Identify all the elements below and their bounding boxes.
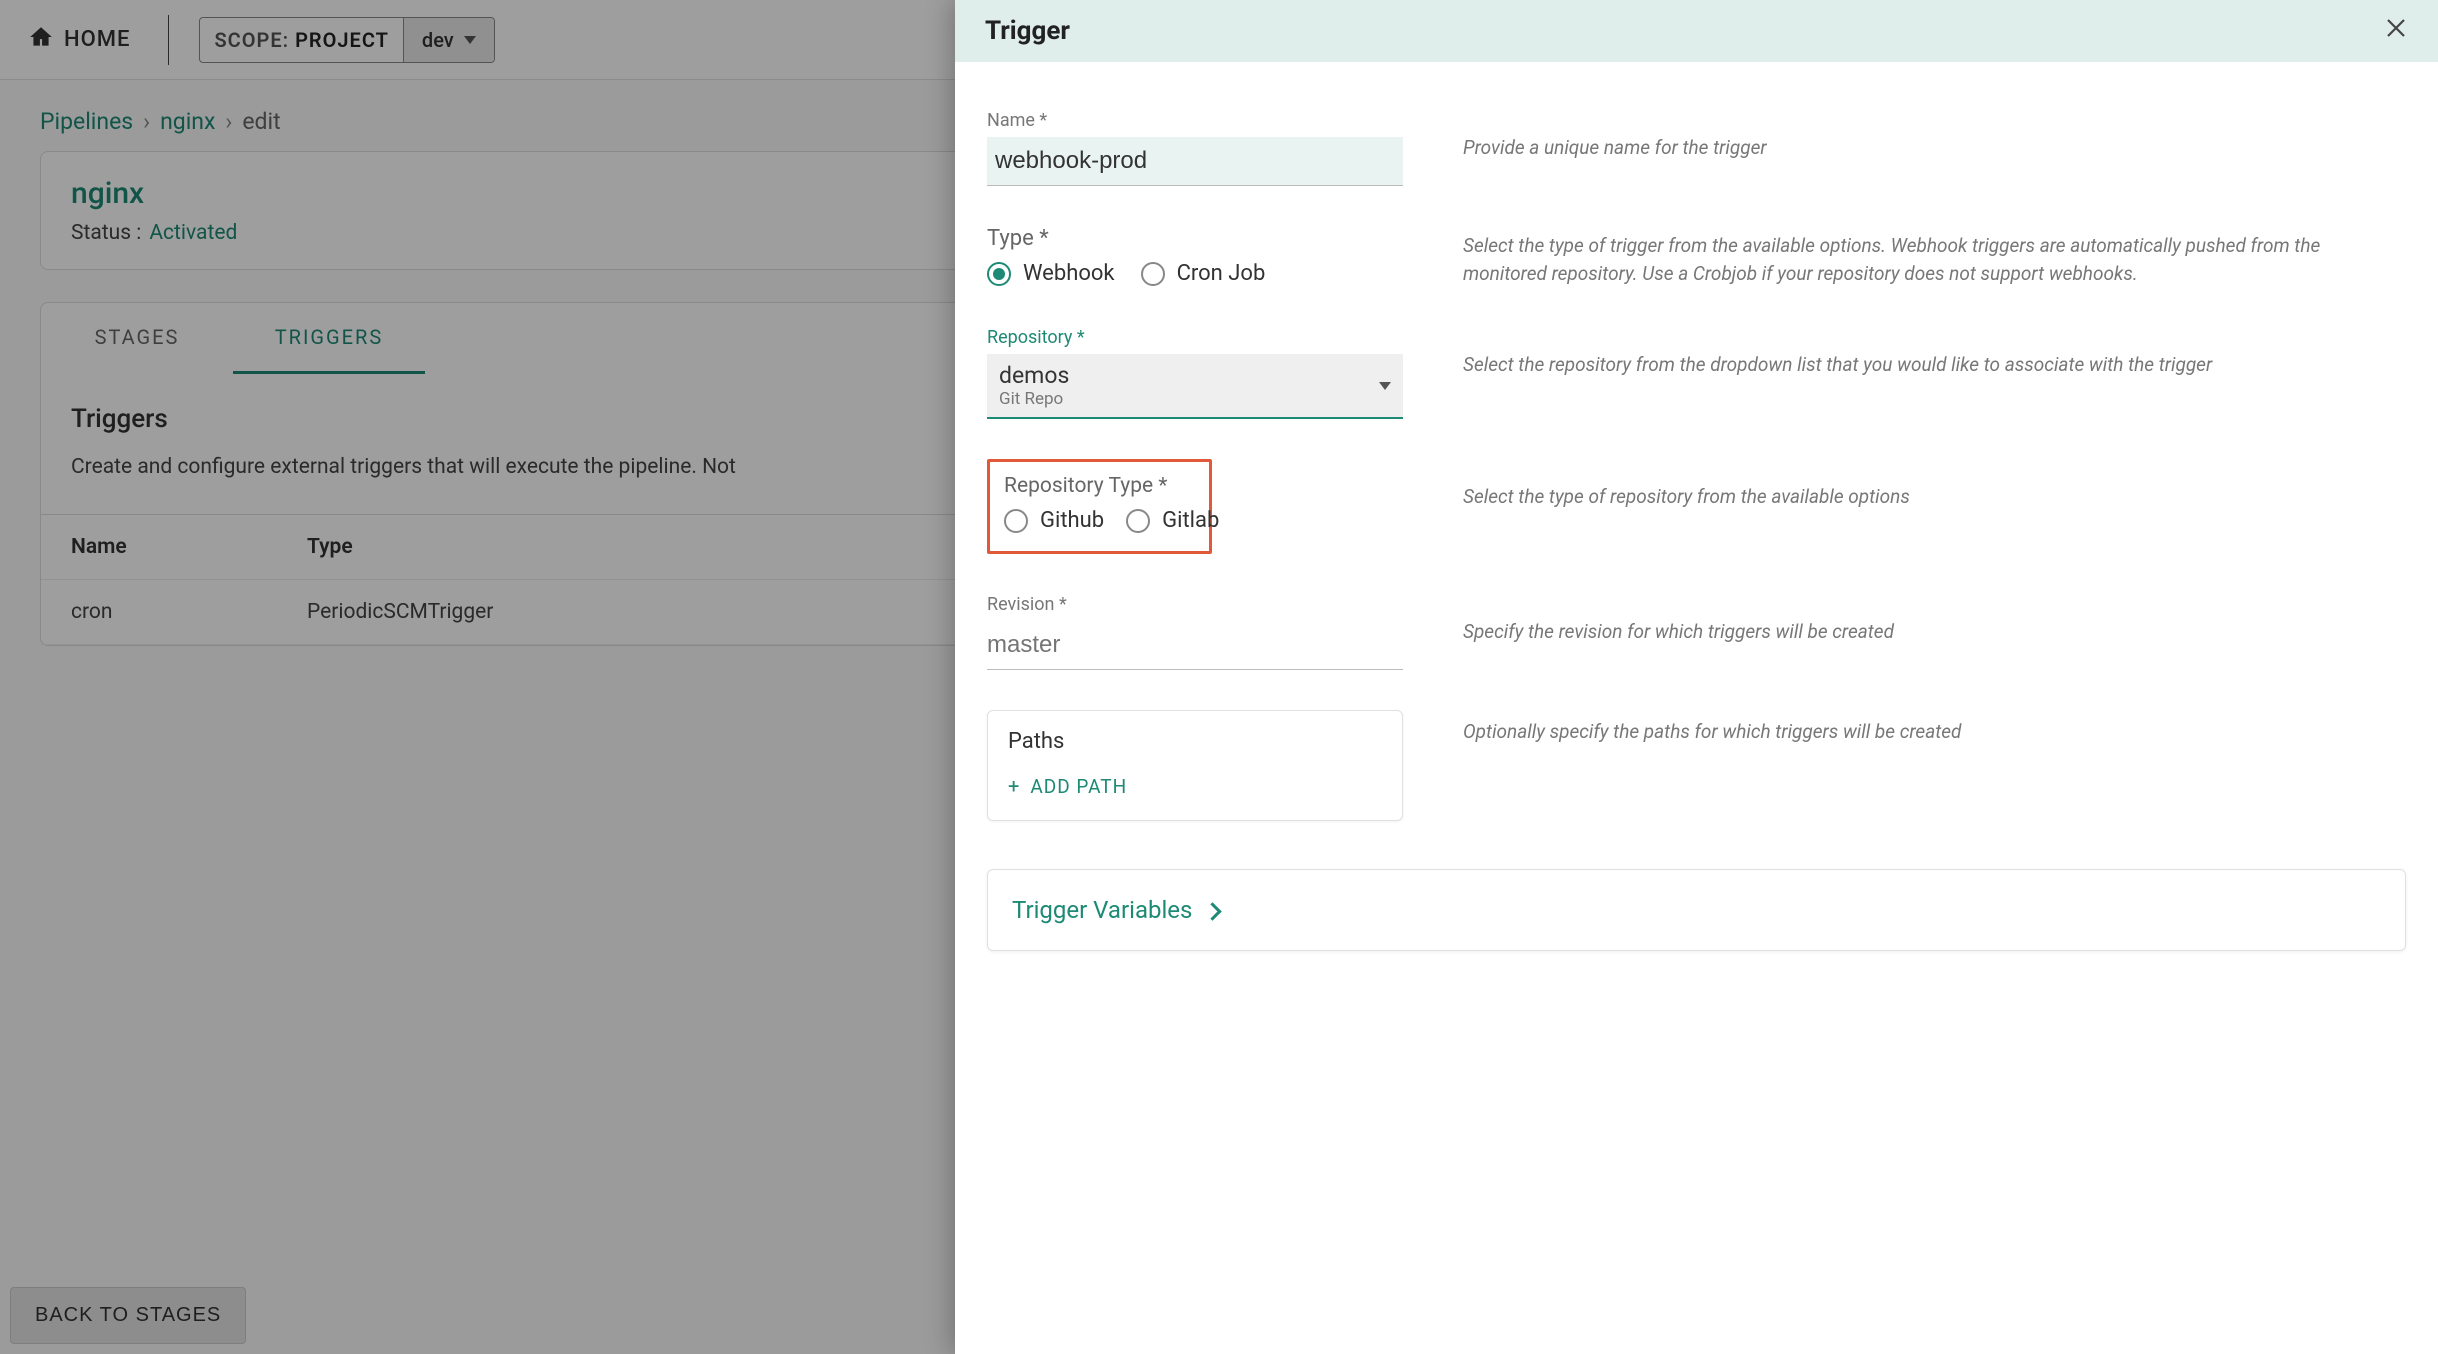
revision-input[interactable] [987,621,1403,670]
radio-github[interactable]: Github [1004,508,1104,533]
drawer-body: Name * Provide a unique name for the tri… [955,62,2438,1354]
plus-icon: + [1008,774,1020,798]
repository-subtext: Git Repo [999,389,1069,409]
revision-helper: Specify the revision for which triggers … [1463,618,2406,646]
add-path-button[interactable]: + ADD PATH [1008,774,1382,798]
radio-webhook-label: Webhook [1023,261,1115,286]
drawer-header: Trigger [955,0,2438,62]
radio-webhook[interactable]: Webhook [987,261,1115,286]
radio-gitlab[interactable]: Gitlab [1126,508,1219,533]
type-helper: Select the type of trigger from the avai… [1463,232,2406,287]
repo-type-label: Repository Type * [1004,474,1195,498]
repository-helper: Select the repository from the dropdown … [1463,351,2406,379]
close-button[interactable] [2384,16,2408,46]
chevron-right-icon [1206,896,1219,924]
radio-icon [1141,262,1165,286]
field-row-type: Type * Webhook Cron Job Select the type … [987,226,2406,287]
radio-icon [1004,509,1028,533]
field-row-name: Name * Provide a unique name for the tri… [987,110,2406,186]
type-radio-group: Webhook Cron Job [987,261,1403,286]
name-input[interactable] [987,137,1403,186]
field-row-repository: Repository * demos Git Repo Select the r… [987,327,2406,419]
paths-helper: Optionally specify the paths for which t… [1463,718,2406,746]
trigger-drawer: Trigger Name * Provide a unique name for… [955,0,2438,1354]
field-row-paths: Paths + ADD PATH Optionally specify the … [987,710,2406,821]
field-row-repo-type: Repository Type * Github Gitlab Selec [987,459,2406,554]
repository-select[interactable]: demos Git Repo [987,354,1403,419]
name-label: Name * [987,110,1403,131]
radio-cronjob[interactable]: Cron Job [1141,261,1266,286]
repo-type-highlight: Repository Type * Github Gitlab [987,459,1212,554]
paths-box: Paths + ADD PATH [987,710,1403,821]
paths-title: Paths [1008,729,1382,754]
add-path-label: ADD PATH [1030,775,1127,798]
radio-icon [1126,509,1150,533]
type-label: Type * [987,226,1403,251]
field-row-revision: Revision * Specify the revision for whic… [987,594,2406,670]
drawer-title: Trigger [985,16,1070,46]
repository-label: Repository * [987,327,1403,348]
repo-type-helper: Select the type of repository from the a… [1463,483,2406,511]
revision-label: Revision * [987,594,1403,615]
chevron-down-icon [1379,382,1391,390]
repository-value: demos [999,362,1069,389]
trigger-variables-panel[interactable]: Trigger Variables [987,869,2406,951]
name-helper: Provide a unique name for the trigger [1463,134,2406,162]
radio-icon [987,262,1011,286]
radio-gitlab-label: Gitlab [1162,508,1219,533]
radio-cronjob-label: Cron Job [1177,261,1266,286]
trigger-variables-label: Trigger Variables [1012,896,1192,924]
repo-type-radio-group: Github Gitlab [1004,508,1195,533]
radio-github-label: Github [1040,508,1104,533]
